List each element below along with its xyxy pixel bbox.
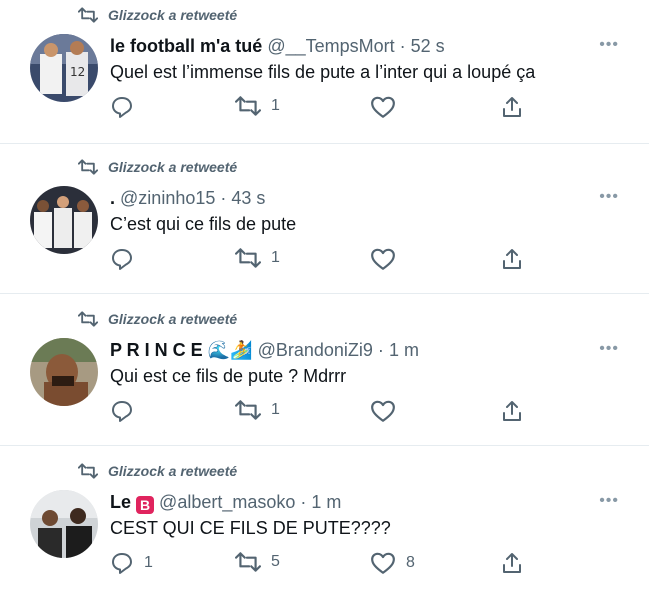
heart-icon (371, 96, 395, 118)
like-button[interactable] (370, 247, 406, 271)
tweet-header: . @zininho15 · 43 s (110, 188, 589, 209)
retweet-button[interactable]: 5 (235, 551, 280, 573)
retweet-context[interactable]: Glizzock a retweeté (78, 158, 237, 176)
more-options-icon[interactable]: ••• (599, 492, 619, 510)
retweet-button[interactable]: 1 (235, 399, 280, 421)
timeline-feed: Glizzock a retweeté 12 le football m'a t… (0, 0, 649, 599)
share-button[interactable] (500, 551, 524, 575)
timestamp[interactable]: 1 m (389, 340, 419, 360)
retweet-count: 5 (271, 553, 280, 570)
tweet-header: Le B @albert_masoko · 1 m (110, 492, 589, 514)
svg-text:12: 12 (70, 65, 85, 79)
more-options-icon[interactable]: ••• (599, 36, 619, 54)
display-name[interactable]: Le (110, 492, 131, 512)
user-handle[interactable]: @BrandoniZi9 (258, 340, 373, 360)
avatar-two-people-icon (30, 490, 98, 558)
share-button[interactable] (500, 247, 524, 271)
retweet-icon (235, 400, 261, 420)
heart-icon (371, 552, 395, 574)
avatar[interactable] (30, 186, 98, 254)
more-options-icon[interactable]: ••• (599, 188, 619, 206)
share-icon (503, 553, 521, 573)
like-count: 8 (406, 554, 415, 571)
avatar[interactable] (30, 490, 98, 558)
timestamp[interactable]: 52 s (411, 36, 445, 56)
display-name[interactable]: P R I N C E (110, 340, 203, 360)
retweet-context[interactable]: Glizzock a retweeté (78, 6, 237, 24)
user-handle[interactable]: @__TempsMort (267, 36, 394, 56)
reply-icon (112, 97, 132, 118)
heart-icon (371, 248, 395, 270)
reply-button[interactable] (110, 95, 144, 119)
retweeted-by-label: Glizzock a retweeté (108, 7, 238, 23)
share-icon (503, 401, 521, 421)
like-button[interactable] (370, 95, 406, 119)
reply-count: 1 (144, 554, 153, 571)
retweet-icon (235, 96, 261, 116)
separator-dot: · (399, 36, 406, 56)
separator-dot: · (377, 340, 384, 360)
tweet-text: Quel est l’immense fils de pute a l’inte… (110, 62, 536, 82)
timestamp[interactable]: 43 s (231, 188, 265, 208)
retweet-button[interactable]: 1 (235, 95, 280, 117)
tweet[interactable]: Glizzock a retweeté Le B @albert_masoko … (0, 456, 649, 599)
retweet-count: 1 (271, 249, 280, 266)
retweet-icon (78, 311, 98, 327)
retweet-icon (235, 552, 261, 572)
retweet-icon (78, 463, 98, 479)
more-options-icon[interactable]: ••• (599, 340, 619, 358)
share-button[interactable] (500, 95, 524, 119)
avatar[interactable] (30, 338, 98, 406)
tweet-text: Qui est ce fils de pute ? Mdrrr (110, 366, 347, 386)
avatar[interactable]: 12 (30, 34, 98, 102)
tweet-actions: 1 (110, 247, 530, 275)
tweet[interactable]: Glizzock a retweeté 12 le football m'a t… (0, 0, 649, 144)
avatar-football-player-icon: 12 (30, 34, 98, 102)
avatar-team-photo-icon (30, 186, 98, 254)
tweet-text: CEST QUI CE FILS DE PUTE???? (110, 518, 391, 538)
reply-button[interactable] (110, 399, 144, 423)
avatar-person-icon (30, 338, 98, 406)
tweet-actions: 1 (110, 95, 530, 123)
display-name[interactable]: . (110, 188, 115, 208)
share-icon (503, 249, 521, 269)
reply-icon (112, 553, 132, 574)
reply-icon (112, 249, 132, 270)
share-icon (503, 97, 521, 117)
retweet-context[interactable]: Glizzock a retweeté (78, 310, 237, 328)
user-handle[interactable]: @albert_masoko (159, 492, 295, 512)
tweet-actions: 1 5 8 (110, 551, 530, 579)
retweeted-by-label: Glizzock a retweeté (108, 463, 238, 479)
like-button[interactable] (370, 399, 406, 423)
reply-button[interactable]: 1 (110, 551, 153, 575)
display-name[interactable]: le football m'a tué (110, 36, 262, 56)
tweet-header: P R I N C E 🌊🏄 @BrandoniZi9 · 1 m (110, 340, 589, 361)
share-button[interactable] (500, 399, 524, 423)
retweet-count: 1 (271, 401, 280, 418)
tweet-actions: 1 (110, 399, 530, 427)
reply-icon (112, 401, 132, 422)
like-button[interactable]: 8 (370, 551, 415, 575)
retweeted-by-label: Glizzock a retweeté (108, 159, 238, 175)
retweet-icon (78, 159, 98, 175)
separator-dot: · (300, 492, 307, 512)
tweet-text: C’est qui ce fils de pute (110, 214, 297, 234)
heart-icon (371, 400, 395, 422)
retweet-context[interactable]: Glizzock a retweeté (78, 462, 237, 480)
separator-dot: · (220, 188, 227, 208)
b-button-emoji: B (136, 496, 155, 514)
name-emoji: 🌊🏄 (207, 340, 253, 361)
tweet[interactable]: Glizzock a retweeté P R I N C E 🌊🏄 @Bran… (0, 304, 649, 446)
tweet-header: le football m'a tué @__TempsMort · 52 s (110, 36, 589, 57)
timestamp[interactable]: 1 m (311, 492, 341, 512)
retweet-icon (235, 248, 261, 268)
reply-button[interactable] (110, 247, 144, 271)
tweet[interactable]: Glizzock a retweeté . @zininho15 · 43 s … (0, 152, 649, 294)
retweet-icon (78, 7, 98, 23)
retweeted-by-label: Glizzock a retweeté (108, 311, 238, 327)
retweet-button[interactable]: 1 (235, 247, 280, 269)
user-handle[interactable]: @zininho15 (120, 188, 215, 208)
retweet-count: 1 (271, 97, 280, 114)
